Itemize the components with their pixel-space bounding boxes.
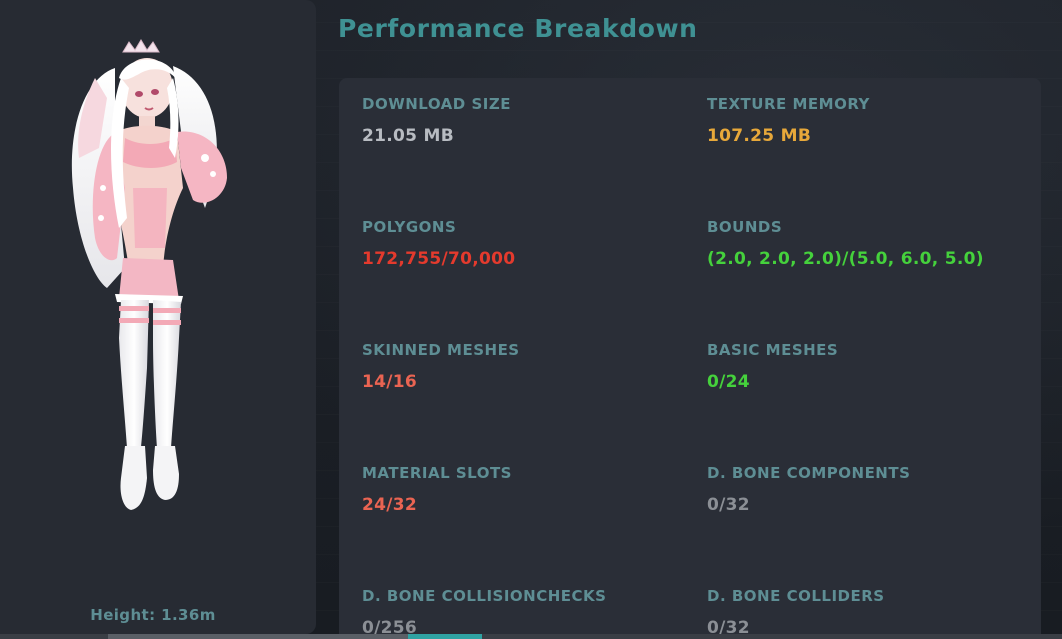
stat-label: D. BONE COLLISIONCHECKS — [362, 587, 607, 605]
stat-value: 21.05 MB — [362, 126, 454, 146]
stat-texture-memory: TEXTURE MEMORY 107.25 MB — [707, 95, 1037, 146]
stat-value: 24/32 — [362, 495, 418, 515]
stat-label: BASIC MESHES — [707, 341, 839, 359]
stat-material-slots: MATERIAL SLOTS 24/32 — [362, 464, 692, 515]
stat-value: 107.25 MB — [707, 126, 812, 146]
stat-skinned-meshes: SKINNED MESHES 14/16 — [362, 341, 692, 392]
avatar-preview-image — [71, 39, 227, 510]
stat-value: 0/32 — [707, 495, 750, 515]
stat-value: (2.0, 2.0, 2.0)/(5.0, 6.0, 5.0) — [707, 249, 984, 269]
stat-dbone-colliders: D. BONE COLLIDERS 0/32 — [707, 587, 1037, 638]
stat-download-size: DOWNLOAD SIZE 21.05 MB — [362, 95, 692, 146]
avatar-height-label: Height: 1.36m — [90, 606, 216, 624]
performance-stats-card: DOWNLOAD SIZE 21.05 MB TEXTURE MEMORY 10… — [339, 78, 1041, 639]
stat-label: MATERIAL SLOTS — [362, 464, 512, 482]
stat-dbone-collisionchecks: D. BONE COLLISIONCHECKS 0/256 — [362, 587, 692, 638]
stat-label: POLYGONS — [362, 218, 457, 236]
stat-label: D. BONE COLLIDERS — [707, 587, 885, 605]
stat-bounds: BOUNDS (2.0, 2.0, 2.0)/(5.0, 6.0, 5.0) — [707, 218, 1037, 269]
stat-label: D. BONE COMPONENTS — [707, 464, 911, 482]
stat-value: 14/16 — [362, 372, 418, 392]
stat-dbone-components: D. BONE COMPONENTS 0/32 — [707, 464, 1037, 515]
stat-label: SKINNED MESHES — [362, 341, 520, 359]
stat-value: 172,755/70,000 — [362, 249, 516, 269]
stat-label: TEXTURE MEMORY — [707, 95, 870, 113]
stat-polygons: POLYGONS 172,755/70,000 — [362, 218, 692, 269]
stat-label: DOWNLOAD SIZE — [362, 95, 511, 113]
scroll-position-indicator — [408, 634, 482, 639]
stat-basic-meshes: BASIC MESHES 0/24 — [707, 341, 1037, 392]
stat-label: BOUNDS — [707, 218, 783, 236]
stat-value: 0/24 — [707, 372, 750, 392]
page-title: Performance Breakdown — [338, 14, 698, 43]
avatar-preview-panel: Height: 1.36m — [0, 0, 316, 634]
performance-breakdown-screen: Height: 1.36m Performance Breakdown DOWN… — [0, 0, 1062, 639]
